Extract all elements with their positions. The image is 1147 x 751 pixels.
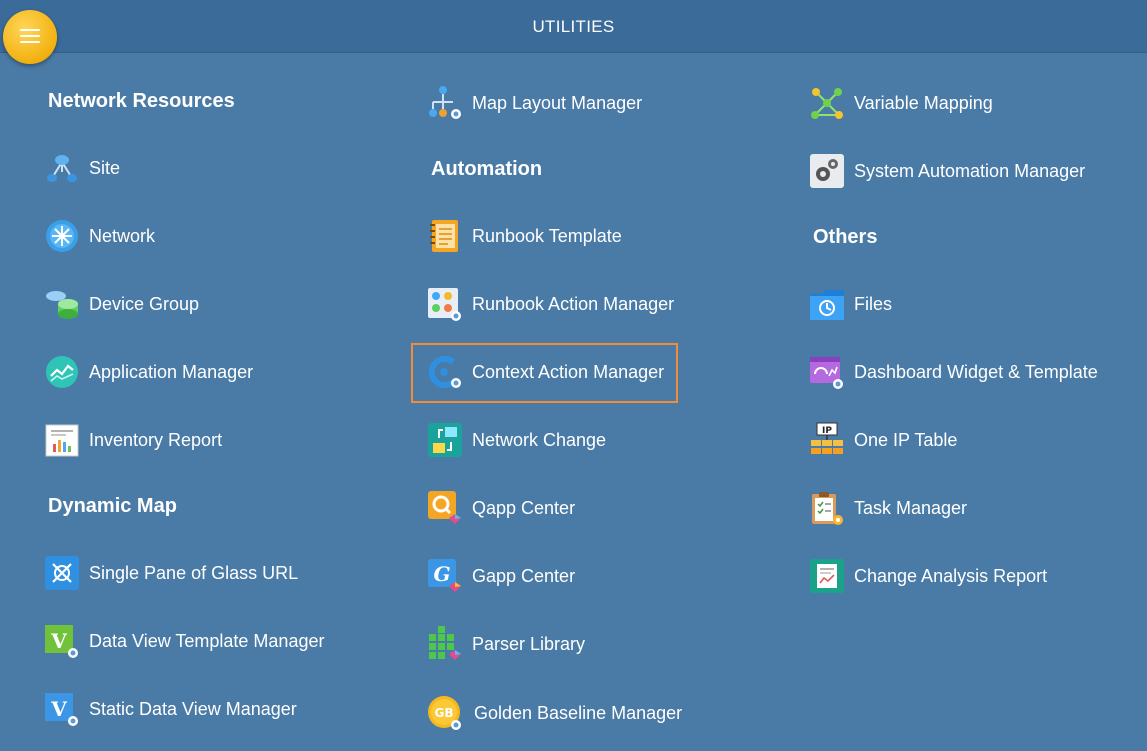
- item-site[interactable]: Site: [43, 148, 120, 188]
- dashboard-widget-icon: [808, 353, 846, 391]
- runbook-action-manager-icon: [426, 285, 464, 323]
- item-label: Network Change: [472, 429, 607, 450]
- map-layout-icon: [426, 84, 464, 122]
- item-golden-baseline-manager[interactable]: GB Golden Baseline Manager: [426, 693, 682, 733]
- item-inventory-report[interactable]: Inventory Report: [43, 420, 222, 460]
- item-qapp-center[interactable]: Qapp Center: [426, 488, 575, 528]
- hamburger-icon: [20, 29, 40, 47]
- runbook-template-icon: [426, 217, 464, 255]
- item-runbook-action-manager[interactable]: Runbook Action Manager: [426, 284, 674, 324]
- item-label: Golden Baseline Manager: [474, 702, 683, 723]
- item-label: Site: [89, 157, 121, 178]
- item-label: Inventory Report: [89, 429, 223, 450]
- item-label: Parser Library: [472, 633, 586, 654]
- data-view-template-icon: V: [43, 622, 81, 660]
- inventory-report-icon: [43, 421, 81, 459]
- item-task-manager[interactable]: Task Manager: [808, 488, 967, 528]
- svg-text:GB: GB: [435, 706, 454, 720]
- item-files[interactable]: Files: [808, 284, 892, 324]
- page-title: UTILITIES: [532, 17, 615, 36]
- item-network-change[interactable]: Network Change: [426, 420, 606, 460]
- item-variable-mapping[interactable]: Variable Mapping: [808, 83, 993, 123]
- item-device-group[interactable]: Device Group: [43, 284, 199, 324]
- item-label: Network: [89, 225, 156, 246]
- gapp-center-icon: G: [426, 557, 464, 595]
- item-data-view-template-manager[interactable]: V Data View Template Manager: [43, 621, 324, 661]
- section-automation: Automation: [431, 158, 543, 180]
- network-icon: [43, 217, 81, 255]
- parser-library-icon: [426, 625, 464, 663]
- section-others: Others: [813, 226, 878, 248]
- item-static-data-view-manager[interactable]: V Static Data View Manager: [43, 689, 297, 729]
- item-label: Variable Mapping: [854, 92, 993, 113]
- item-label: Context Action Manager: [472, 361, 665, 382]
- item-gapp-center[interactable]: G Gapp Center: [426, 556, 575, 596]
- item-parser-library[interactable]: Parser Library: [426, 624, 585, 664]
- item-label: Device Group: [89, 293, 200, 314]
- item-change-analysis-report[interactable]: Change Analysis Report: [808, 556, 1047, 596]
- qapp-center-icon: [426, 489, 464, 527]
- item-label: Files: [854, 293, 893, 314]
- item-label: Dashboard Widget & Template: [854, 361, 1098, 382]
- item-label: Qapp Center: [472, 497, 576, 518]
- item-label: Static Data View Manager: [89, 698, 297, 719]
- item-label: System Automation Manager: [854, 160, 1086, 181]
- item-system-automation-manager[interactable]: System Automation Manager: [808, 151, 1085, 191]
- item-label: Data View Template Manager: [89, 630, 325, 651]
- item-application-manager[interactable]: Application Manager: [43, 352, 253, 392]
- item-label: Runbook Template: [472, 225, 622, 246]
- svg-text:V: V: [50, 629, 67, 653]
- item-label: Gapp Center: [472, 565, 576, 586]
- item-label: Task Manager: [854, 497, 968, 518]
- section-network-resources: Network Resources: [48, 90, 235, 112]
- svg-text:G: G: [433, 562, 450, 586]
- single-pane-icon: [43, 554, 81, 592]
- item-label: Runbook Action Manager: [472, 293, 675, 314]
- one-ip-table-icon: IP: [808, 421, 846, 459]
- item-context-action-manager[interactable]: Context Action Manager: [426, 352, 664, 392]
- variable-mapping-icon: [808, 84, 846, 122]
- svg-text:V: V: [50, 697, 67, 721]
- golden-baseline-icon: GB: [426, 694, 464, 732]
- network-change-icon: [426, 421, 464, 459]
- item-label: One IP Table: [854, 429, 958, 450]
- item-label: Map Layout Manager: [472, 92, 643, 113]
- files-icon: [808, 285, 846, 323]
- item-single-pane-of-glass-url[interactable]: Single Pane of Glass URL: [43, 553, 298, 593]
- item-map-layout-manager[interactable]: Map Layout Manager: [426, 83, 642, 123]
- context-action-manager-icon: [426, 353, 464, 391]
- change-analysis-report-icon: [808, 557, 846, 595]
- system-automation-icon: [808, 152, 846, 190]
- task-manager-icon: [808, 489, 846, 527]
- section-dynamic-map: Dynamic Map: [48, 495, 177, 517]
- application-manager-icon: [43, 353, 81, 391]
- header-bar: UTILITIES: [0, 0, 1147, 53]
- device-group-icon: [43, 285, 81, 323]
- item-label: Change Analysis Report: [854, 565, 1048, 586]
- svg-text:IP: IP: [822, 426, 832, 436]
- item-dashboard-widget-template[interactable]: Dashboard Widget & Template: [808, 352, 1098, 392]
- item-label: Single Pane of Glass URL: [89, 562, 299, 583]
- item-network[interactable]: Network: [43, 216, 155, 256]
- static-data-view-icon: V: [43, 690, 81, 728]
- menu-button[interactable]: [3, 10, 57, 64]
- item-runbook-template[interactable]: Runbook Template: [426, 216, 622, 256]
- item-label: Application Manager: [89, 361, 254, 382]
- site-icon: [43, 149, 81, 187]
- item-one-ip-table[interactable]: IP One IP Table: [808, 420, 957, 460]
